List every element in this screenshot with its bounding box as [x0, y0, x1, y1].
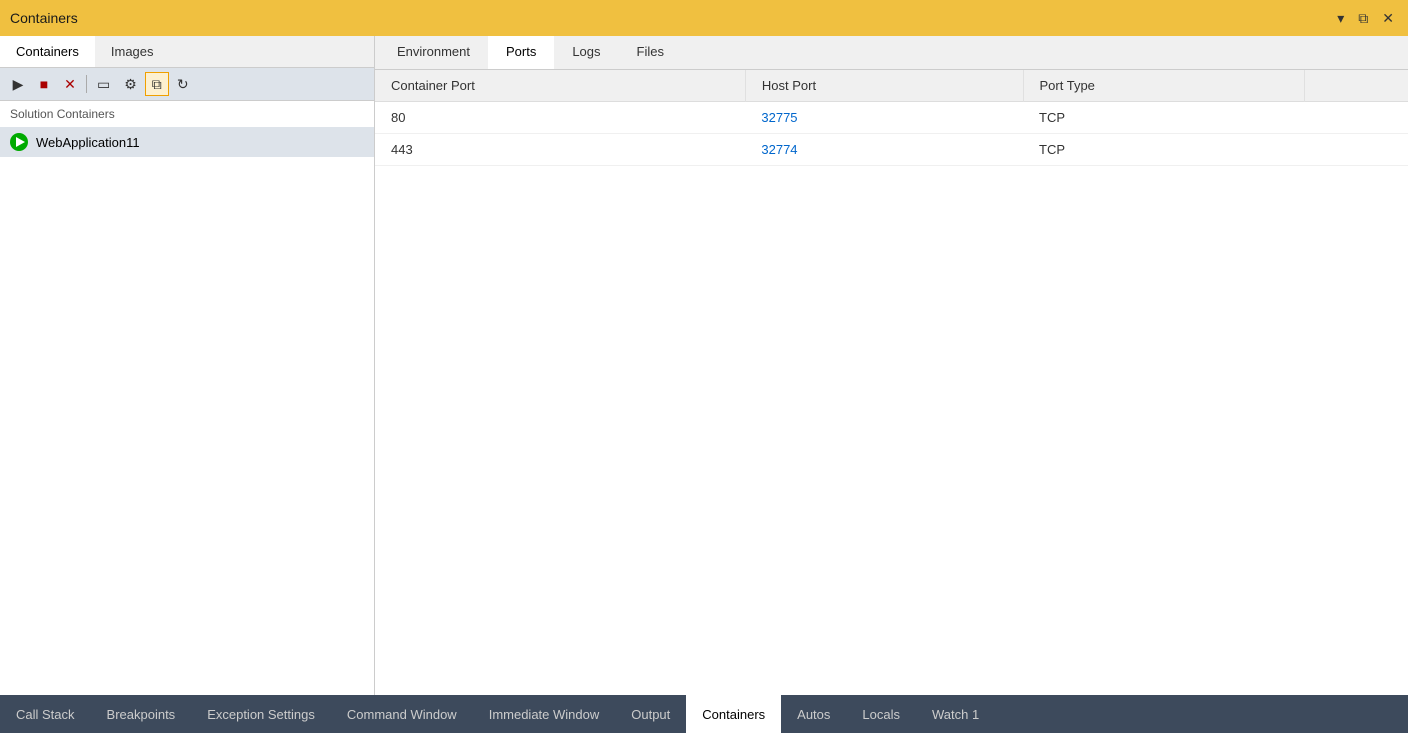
- table-header-row: Container Port Host Port Port Type: [375, 70, 1408, 102]
- section-label: Solution Containers: [0, 101, 374, 127]
- host-port-2[interactable]: 32774: [745, 134, 1023, 166]
- bottom-tab-locals[interactable]: Locals: [846, 695, 916, 733]
- tab-images[interactable]: Images: [95, 36, 170, 67]
- window-controls: ▾ ⧉ ✕: [1333, 8, 1398, 29]
- restore-btn[interactable]: ⧉: [1354, 8, 1372, 29]
- bottom-tab-breakpoints[interactable]: Breakpoints: [91, 695, 192, 733]
- bottom-tab-bar: Call Stack Breakpoints Exception Setting…: [0, 695, 1408, 733]
- dropdown-btn[interactable]: ▾: [1333, 8, 1348, 29]
- tab-logs[interactable]: Logs: [554, 36, 618, 69]
- extra-1: [1304, 102, 1408, 134]
- tab-containers[interactable]: Containers: [0, 36, 95, 67]
- bottom-tab-exception-settings[interactable]: Exception Settings: [191, 695, 331, 733]
- bottom-tab-command-window[interactable]: Command Window: [331, 695, 473, 733]
- col-port-type: Port Type: [1023, 70, 1304, 102]
- play-triangle-icon: [16, 137, 25, 147]
- copy-button[interactable]: ⧉: [145, 72, 169, 96]
- start-button[interactable]: ▶: [6, 72, 30, 96]
- running-indicator: [10, 133, 28, 151]
- terminal-button[interactable]: ▭: [91, 72, 116, 96]
- bottom-tab-call-stack[interactable]: Call Stack: [0, 695, 91, 733]
- port-type-2: TCP: [1023, 134, 1304, 166]
- host-port-1[interactable]: 32775: [745, 102, 1023, 134]
- title-bar: Containers ▾ ⧉ ✕: [0, 0, 1408, 36]
- bottom-tab-autos[interactable]: Autos: [781, 695, 846, 733]
- col-host-port: Host Port: [745, 70, 1023, 102]
- port-type-1: TCP: [1023, 102, 1304, 134]
- col-container-port: Container Port: [375, 70, 745, 102]
- window-title: Containers: [10, 10, 78, 26]
- tab-files[interactable]: Files: [619, 36, 682, 69]
- bottom-tab-output[interactable]: Output: [615, 695, 686, 733]
- container-port-1: 80: [375, 102, 745, 134]
- tab-ports[interactable]: Ports: [488, 36, 554, 69]
- bottom-tab-immediate-window[interactable]: Immediate Window: [473, 695, 616, 733]
- close-btn[interactable]: ✕: [1378, 8, 1398, 29]
- separator-1: [86, 75, 87, 93]
- main-content: Containers Images ▶ ■ ✕ ▭ ⚙ ⧉ ↻ Solution…: [0, 36, 1408, 695]
- stop-button[interactable]: ■: [32, 72, 56, 96]
- bottom-tab-containers[interactable]: Containers: [686, 695, 781, 733]
- table-row: 80 32775 TCP: [375, 102, 1408, 134]
- refresh-button[interactable]: ↻: [171, 72, 195, 96]
- table-row: 443 32774 TCP: [375, 134, 1408, 166]
- settings-button[interactable]: ⚙: [118, 72, 143, 96]
- right-panel: Environment Ports Logs Files Container P…: [375, 36, 1408, 695]
- col-extra: [1304, 70, 1408, 102]
- ports-table: Container Port Host Port Port Type 80 32…: [375, 70, 1408, 166]
- right-tabs: Environment Ports Logs Files: [375, 36, 1408, 70]
- extra-2: [1304, 134, 1408, 166]
- tab-environment[interactable]: Environment: [379, 36, 488, 69]
- container-name: WebApplication11: [36, 135, 140, 150]
- bottom-tab-watch1[interactable]: Watch 1: [916, 695, 995, 733]
- left-tabs: Containers Images: [0, 36, 374, 68]
- delete-button[interactable]: ✕: [58, 72, 82, 96]
- left-panel: Containers Images ▶ ■ ✕ ▭ ⚙ ⧉ ↻ Solution…: [0, 36, 375, 695]
- container-port-2: 443: [375, 134, 745, 166]
- container-item[interactable]: WebApplication11: [0, 127, 374, 157]
- toolbar: ▶ ■ ✕ ▭ ⚙ ⧉ ↻: [0, 68, 374, 101]
